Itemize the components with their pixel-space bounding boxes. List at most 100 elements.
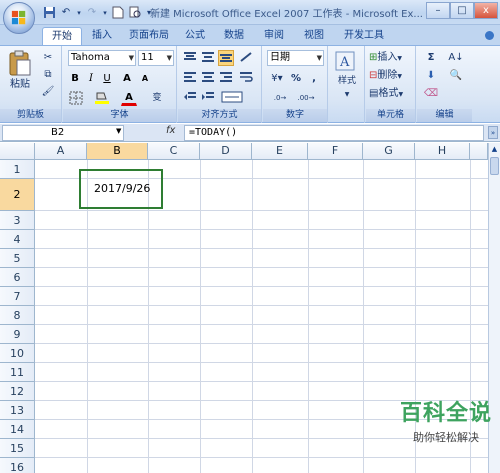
row-header[interactable]: 9 (0, 325, 35, 344)
column-header-b[interactable]: B (87, 143, 148, 160)
tab-data[interactable]: 数据 (215, 27, 253, 46)
tab-insert[interactable]: 插入 (83, 27, 121, 46)
align-right-icon[interactable] (218, 70, 234, 86)
tab-review[interactable]: 审阅 (255, 27, 293, 46)
chevron-down-icon[interactable]: ▾ (102, 6, 108, 20)
row-header[interactable]: 15 (0, 439, 35, 458)
fill-color-icon[interactable] (93, 90, 113, 106)
row-header[interactable]: 7 (0, 287, 35, 306)
delete-cells-button[interactable]: ⊟删除▼ (368, 68, 414, 84)
borders-icon[interactable] (68, 90, 86, 106)
column-header-c[interactable]: C (148, 143, 200, 160)
column-header-h[interactable]: H (415, 143, 470, 160)
print-preview-icon[interactable] (128, 6, 142, 20)
styles-button[interactable]: A 样式 ▼ (333, 49, 361, 98)
redo-icon[interactable]: ↷ (85, 6, 99, 20)
new-document-icon[interactable] (111, 6, 125, 20)
cut-icon[interactable]: ✂ (40, 50, 56, 66)
row-header[interactable]: 6 (0, 268, 35, 287)
font-color-button[interactable]: A (121, 90, 137, 106)
sort-filter-icon[interactable]: A↓ (445, 50, 467, 66)
maximize-button[interactable]: □ (450, 2, 474, 19)
formula-input[interactable]: =TODAY() (184, 125, 484, 141)
help-icon[interactable] (485, 31, 494, 40)
align-top-icon[interactable] (182, 50, 198, 66)
insert-cells-button[interactable]: ⊞插入▼ (368, 50, 414, 66)
row-header[interactable]: 4 (0, 230, 35, 249)
comma-button[interactable]: , (307, 71, 321, 87)
office-button[interactable] (3, 2, 35, 34)
increase-indent-icon[interactable] (200, 90, 216, 106)
undo-icon[interactable]: ↶ (59, 6, 73, 20)
expand-formula-icon[interactable]: » (488, 126, 498, 139)
close-button[interactable]: x (474, 2, 498, 19)
row-header[interactable]: 11 (0, 363, 35, 382)
number-format-select[interactable]: 日期 ▼ (267, 50, 324, 66)
align-left-icon[interactable] (182, 70, 198, 86)
column-header-f[interactable]: F (308, 143, 363, 160)
tab-formulas[interactable]: 公式 (176, 27, 214, 46)
row-header[interactable]: 8 (0, 306, 35, 325)
tab-view[interactable]: 视图 (295, 27, 333, 46)
font-size-select[interactable]: 11 ▼ (138, 50, 174, 66)
minimize-button[interactable]: – (426, 2, 450, 19)
format-painter-icon[interactable]: 🖌 (40, 84, 56, 100)
row-header[interactable]: 3 (0, 211, 35, 230)
underline-button[interactable]: U (100, 71, 114, 87)
bold-button[interactable]: B (68, 71, 82, 87)
gridline (35, 210, 500, 211)
gridline (35, 324, 500, 325)
copy-icon[interactable]: ⧉ (40, 67, 56, 83)
row-header[interactable]: 12 (0, 382, 35, 401)
clear-icon[interactable]: ⌫ (421, 86, 441, 102)
row-header[interactable]: 2 (0, 179, 35, 211)
chevron-down-icon[interactable]: ▾ (76, 6, 82, 20)
column-header-partial[interactable] (470, 143, 488, 160)
cell-b2-value: 2017/9/26 (94, 182, 151, 195)
merge-center-icon[interactable] (220, 90, 246, 106)
row-header[interactable]: 10 (0, 344, 35, 363)
scroll-up-icon[interactable]: ▲ (490, 145, 499, 155)
save-icon[interactable] (42, 6, 56, 20)
watermark-title: 百科全说 (399, 401, 492, 426)
column-header-a[interactable]: A (35, 143, 87, 160)
clipboard-group: 粘贴 ✂ ⧉ 🖌 剪贴板 (0, 46, 62, 123)
autosum-button[interactable]: Σ (421, 50, 441, 66)
fill-icon[interactable]: ⬇ (421, 68, 441, 84)
tab-page-layout[interactable]: 页面布局 (120, 27, 178, 46)
italic-button[interactable]: I (84, 71, 98, 87)
row-header[interactable]: 14 (0, 420, 35, 439)
chevron-down-icon[interactable]: ▼ (116, 127, 121, 135)
find-select-icon[interactable]: 🔍 (445, 68, 467, 84)
scroll-thumb[interactable] (490, 157, 499, 175)
tab-developer[interactable]: 开发工具 (335, 27, 393, 46)
column-header-e[interactable]: E (252, 143, 308, 160)
shrink-font-button[interactable]: A (138, 71, 152, 87)
decrease-decimal-icon[interactable]: .00→ (295, 90, 317, 106)
formula-bar: B2 ▼ fx =TODAY() » (0, 124, 500, 142)
row-header[interactable]: 13 (0, 401, 35, 420)
currency-icon[interactable]: ¥▾ (267, 71, 287, 87)
percent-button[interactable]: % (289, 71, 303, 87)
phonetic-button[interactable]: 变 (148, 90, 166, 106)
align-center-icon[interactable] (200, 70, 216, 86)
paste-button[interactable]: 粘贴 (6, 49, 34, 97)
font-name-select[interactable]: Tahoma ▼ (68, 50, 136, 66)
column-header-d[interactable]: D (200, 143, 252, 160)
select-all-corner[interactable] (0, 143, 35, 160)
name-box[interactable]: B2 (2, 125, 124, 141)
format-cells-button[interactable]: ▤格式▼ (368, 86, 414, 102)
align-middle-icon[interactable] (200, 50, 216, 66)
insert-function-button[interactable]: fx (166, 125, 175, 136)
tab-home[interactable]: 开始 (42, 27, 82, 47)
grow-font-button[interactable]: A (120, 71, 134, 87)
text-orientation-icon[interactable] (238, 50, 256, 66)
decrease-indent-icon[interactable] (182, 90, 198, 106)
column-header-g[interactable]: G (363, 143, 415, 160)
row-header[interactable]: 5 (0, 249, 35, 268)
wrap-text-icon[interactable] (238, 70, 256, 86)
row-header[interactable]: 1 (0, 160, 35, 179)
align-bottom-icon[interactable] (218, 50, 234, 66)
row-header[interactable]: 16 (0, 458, 35, 473)
increase-decimal-icon[interactable]: .0→ (269, 90, 291, 106)
